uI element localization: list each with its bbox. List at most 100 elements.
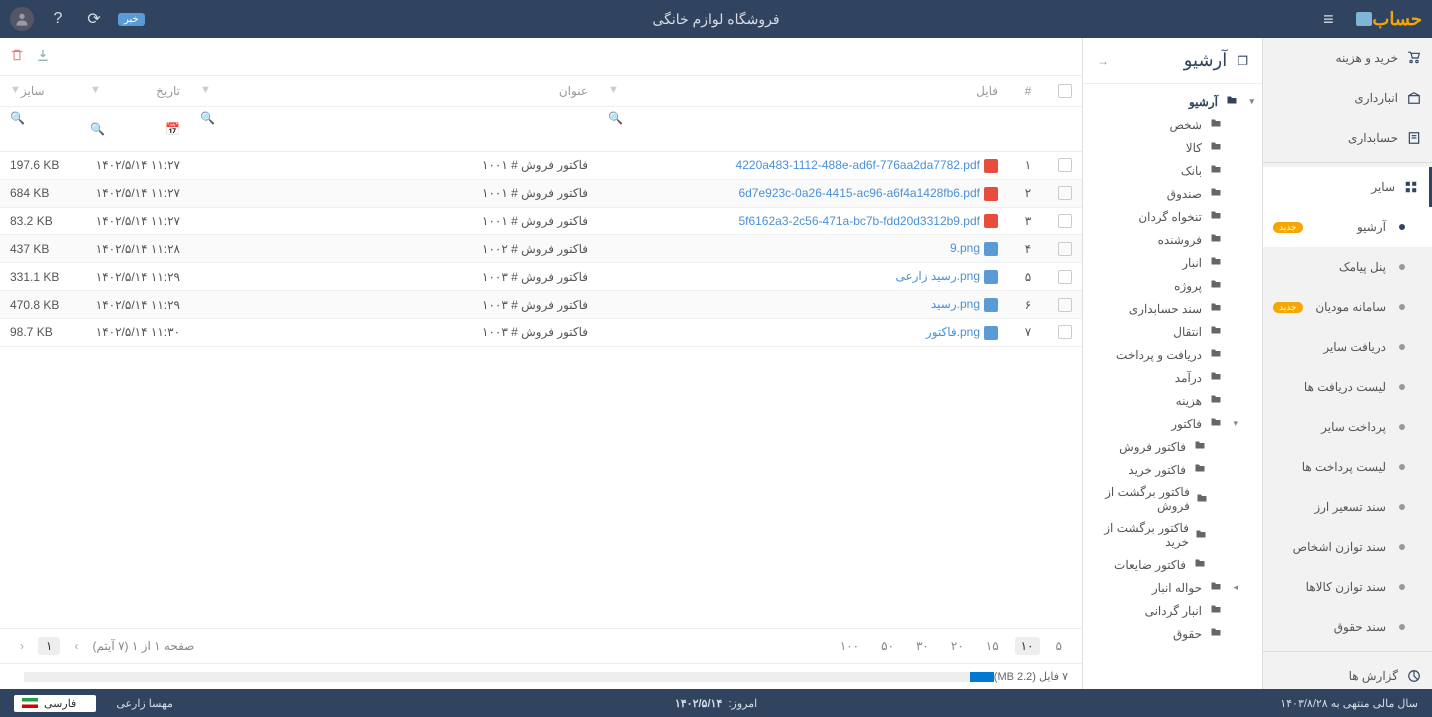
page-size-option[interactable]: ۲۰ bbox=[945, 637, 970, 655]
sidebar-item[interactable]: سند توازن کالاها bbox=[1263, 567, 1432, 607]
table-row[interactable]: ۷فاکتور.pngفاکتور فروش # ۱۰۰۳۱۴۰۲/۵/۱۴ ۱… bbox=[0, 318, 1082, 346]
sidebar-item[interactable]: پنل پیامک bbox=[1263, 247, 1432, 287]
table-row[interactable]: ۶رسید.pngفاکتور فروش # ۱۰۰۳۱۴۰۲/۵/۱۴ ۱۱:… bbox=[0, 291, 1082, 319]
table-row[interactable]: ۳5f6162a3-2c56-471a-bc7b-fdd20d3312b9.pd… bbox=[0, 207, 1082, 235]
next-page-button[interactable]: › bbox=[68, 637, 84, 655]
sidebar-item[interactable]: لیست دریافت ها bbox=[1263, 367, 1432, 407]
sidebar-item[interactable]: آرشیوجدید bbox=[1263, 207, 1432, 247]
language-selector[interactable]: فارسی bbox=[14, 695, 96, 712]
sidebar-item[interactable]: پرداخت سایر bbox=[1263, 407, 1432, 447]
calendar-icon[interactable]: 📅 bbox=[165, 122, 180, 136]
duplicate-icon[interactable]: ❐ bbox=[1237, 54, 1248, 68]
tree-item[interactable]: ◂حواله انبار bbox=[1083, 576, 1262, 599]
file-link[interactable]: فاکتور.png bbox=[926, 325, 980, 339]
col-number[interactable]: # bbox=[1008, 76, 1048, 107]
row-checkbox[interactable] bbox=[1058, 325, 1072, 339]
menu-icon[interactable]: ≡ bbox=[1316, 7, 1340, 31]
page-sizes: ۵ ۱۰ ۱۵ ۲۰ ۳۰ ۵۰ ۱۰۰ bbox=[834, 637, 1068, 655]
col-size[interactable]: سایز▼ bbox=[0, 76, 80, 107]
back-arrow-icon[interactable]: → bbox=[1097, 54, 1109, 68]
tree-item[interactable]: تنخواه گردان bbox=[1083, 205, 1262, 228]
row-checkbox[interactable] bbox=[1058, 298, 1072, 312]
file-link[interactable]: 9.png bbox=[950, 241, 980, 255]
avatar[interactable] bbox=[10, 7, 34, 31]
tree-item[interactable]: سند حسابداری bbox=[1083, 297, 1262, 320]
row-checkbox[interactable] bbox=[1058, 214, 1072, 228]
file-filter-input[interactable] bbox=[608, 125, 998, 147]
col-file[interactable]: فایل▼ bbox=[598, 76, 1008, 107]
row-checkbox[interactable] bbox=[1058, 270, 1072, 284]
tree-item[interactable]: ▾فاکتور bbox=[1083, 412, 1262, 435]
page-size-option[interactable]: ۱۵ bbox=[980, 637, 1005, 655]
filter-icon[interactable]: ▼ bbox=[200, 84, 211, 96]
sidebar-item[interactable]: انبارداری bbox=[1263, 78, 1432, 118]
tree-item[interactable]: فاکتور فروش bbox=[1083, 435, 1262, 458]
filter-icon[interactable]: ▼ bbox=[90, 84, 101, 96]
main-sidebar: خرید و هزینهانبارداری حسابداری سایرآرشیوجد… bbox=[1262, 38, 1432, 689]
sidebar-item[interactable]: سایر bbox=[1263, 167, 1432, 207]
tree-item[interactable]: انبار گردانی bbox=[1083, 599, 1262, 622]
file-link[interactable]: رسید.png bbox=[931, 297, 980, 311]
tree-item[interactable]: هزینه bbox=[1083, 389, 1262, 412]
file-link[interactable]: 6d7e923c-0a26-4415-ac96-a6f4a1428fb6.pdf bbox=[738, 186, 980, 200]
page-size-option[interactable]: ۱۰ bbox=[1015, 637, 1040, 655]
row-checkbox[interactable] bbox=[1058, 158, 1072, 172]
filter-icon[interactable]: ▼ bbox=[608, 84, 619, 96]
tree-item[interactable]: ▾آرشیو bbox=[1083, 90, 1262, 113]
tree-item[interactable]: انبار bbox=[1083, 251, 1262, 274]
size-filter-input[interactable] bbox=[10, 125, 70, 147]
tree-item[interactable]: فروشنده bbox=[1083, 228, 1262, 251]
sidebar-item[interactable]: سامانه مودیانجدید bbox=[1263, 287, 1432, 327]
prev-page-button[interactable]: ‹ bbox=[14, 637, 30, 655]
logo[interactable]: حساب bbox=[1352, 9, 1422, 30]
row-checkbox[interactable] bbox=[1058, 186, 1072, 200]
tree-item[interactable]: فاکتور ضایعات bbox=[1083, 553, 1262, 576]
sidebar-item[interactable]: سند حقوق bbox=[1263, 607, 1432, 647]
tree-item[interactable]: صندوق bbox=[1083, 182, 1262, 205]
help-icon[interactable]: ? bbox=[46, 7, 70, 31]
col-date[interactable]: تاریخ▼ bbox=[80, 76, 190, 107]
sidebar-item-label: حسابداری bbox=[1348, 131, 1398, 145]
sidebar-item[interactable]: گزارش ها bbox=[1263, 656, 1432, 689]
tree-item[interactable]: حقوق bbox=[1083, 622, 1262, 645]
tree-item[interactable]: پروژه bbox=[1083, 274, 1262, 297]
file-link[interactable]: 5f6162a3-2c56-471a-bc7b-fdd20d3312b9.pdf bbox=[738, 214, 980, 228]
table-row[interactable]: ۱4220a483-1112-488e-ad6f-776aa2da7782.pd… bbox=[0, 152, 1082, 180]
sidebar-item[interactable]: لیست پرداخت ها bbox=[1263, 447, 1432, 487]
page-size-option[interactable]: ۵۰ bbox=[875, 637, 900, 655]
tree-item[interactable]: فاکتور خرید bbox=[1083, 458, 1262, 481]
download-button[interactable] bbox=[36, 48, 50, 65]
select-all-checkbox[interactable] bbox=[1058, 84, 1072, 98]
col-title[interactable]: عنوان▼ bbox=[190, 76, 598, 107]
tree-item[interactable]: دریافت و پرداخت bbox=[1083, 343, 1262, 366]
table-row[interactable]: ۴9.pngفاکتور فروش # ۱۰۰۲۱۴۰۲/۵/۱۴ ۱۱:۲۸4… bbox=[0, 235, 1082, 263]
tree-item[interactable]: شخص bbox=[1083, 113, 1262, 136]
page-size-option[interactable]: ۵ bbox=[1050, 637, 1068, 655]
table-row[interactable]: ۵رسید زارعی.pngفاکتور فروش # ۱۰۰۳۱۴۰۲/۵/… bbox=[0, 263, 1082, 291]
page-size-option[interactable]: ۳۰ bbox=[910, 637, 935, 655]
delete-button[interactable] bbox=[10, 48, 24, 65]
news-badge[interactable]: خبر bbox=[118, 13, 145, 26]
sidebar-item[interactable]: سند تسعیر ارز bbox=[1263, 487, 1432, 527]
table-row[interactable]: ۲6d7e923c-0a26-4415-ac96-a6f4a1428fb6.pd… bbox=[0, 179, 1082, 207]
title-filter-input[interactable] bbox=[200, 125, 588, 147]
tree-item[interactable]: درآمد bbox=[1083, 366, 1262, 389]
tree-item[interactable]: فاکتور برگشت از خرید bbox=[1083, 517, 1262, 553]
tree-item[interactable]: انتقال bbox=[1083, 320, 1262, 343]
sidebar-item[interactable]: خرید و هزینه bbox=[1263, 38, 1432, 78]
dot-icon bbox=[1394, 579, 1410, 595]
header: حساب ≡ فروشگاه لوازم خانگی خبر ⟳ ? bbox=[0, 0, 1432, 38]
sidebar-item[interactable]: دریافت سایر bbox=[1263, 327, 1432, 367]
sidebar-item[interactable]: سند توازن اشخاص bbox=[1263, 527, 1432, 567]
tree-item-label: آرشیو bbox=[1189, 95, 1218, 109]
tree-item[interactable]: کالا bbox=[1083, 136, 1262, 159]
refresh-icon[interactable]: ⟳ bbox=[82, 7, 106, 31]
sidebar-item[interactable]: حسابداری bbox=[1263, 118, 1432, 158]
file-link[interactable]: رسید زارعی.png bbox=[895, 269, 980, 283]
filter-icon[interactable]: ▼ bbox=[10, 84, 21, 96]
row-checkbox[interactable] bbox=[1058, 242, 1072, 256]
tree-item[interactable]: فاکتور برگشت از فروش bbox=[1083, 481, 1262, 517]
page-size-option[interactable]: ۱۰۰ bbox=[834, 637, 865, 655]
tree-item[interactable]: بانک bbox=[1083, 159, 1262, 182]
file-link[interactable]: 4220a483-1112-488e-ad6f-776aa2da7782.pdf bbox=[736, 158, 980, 172]
